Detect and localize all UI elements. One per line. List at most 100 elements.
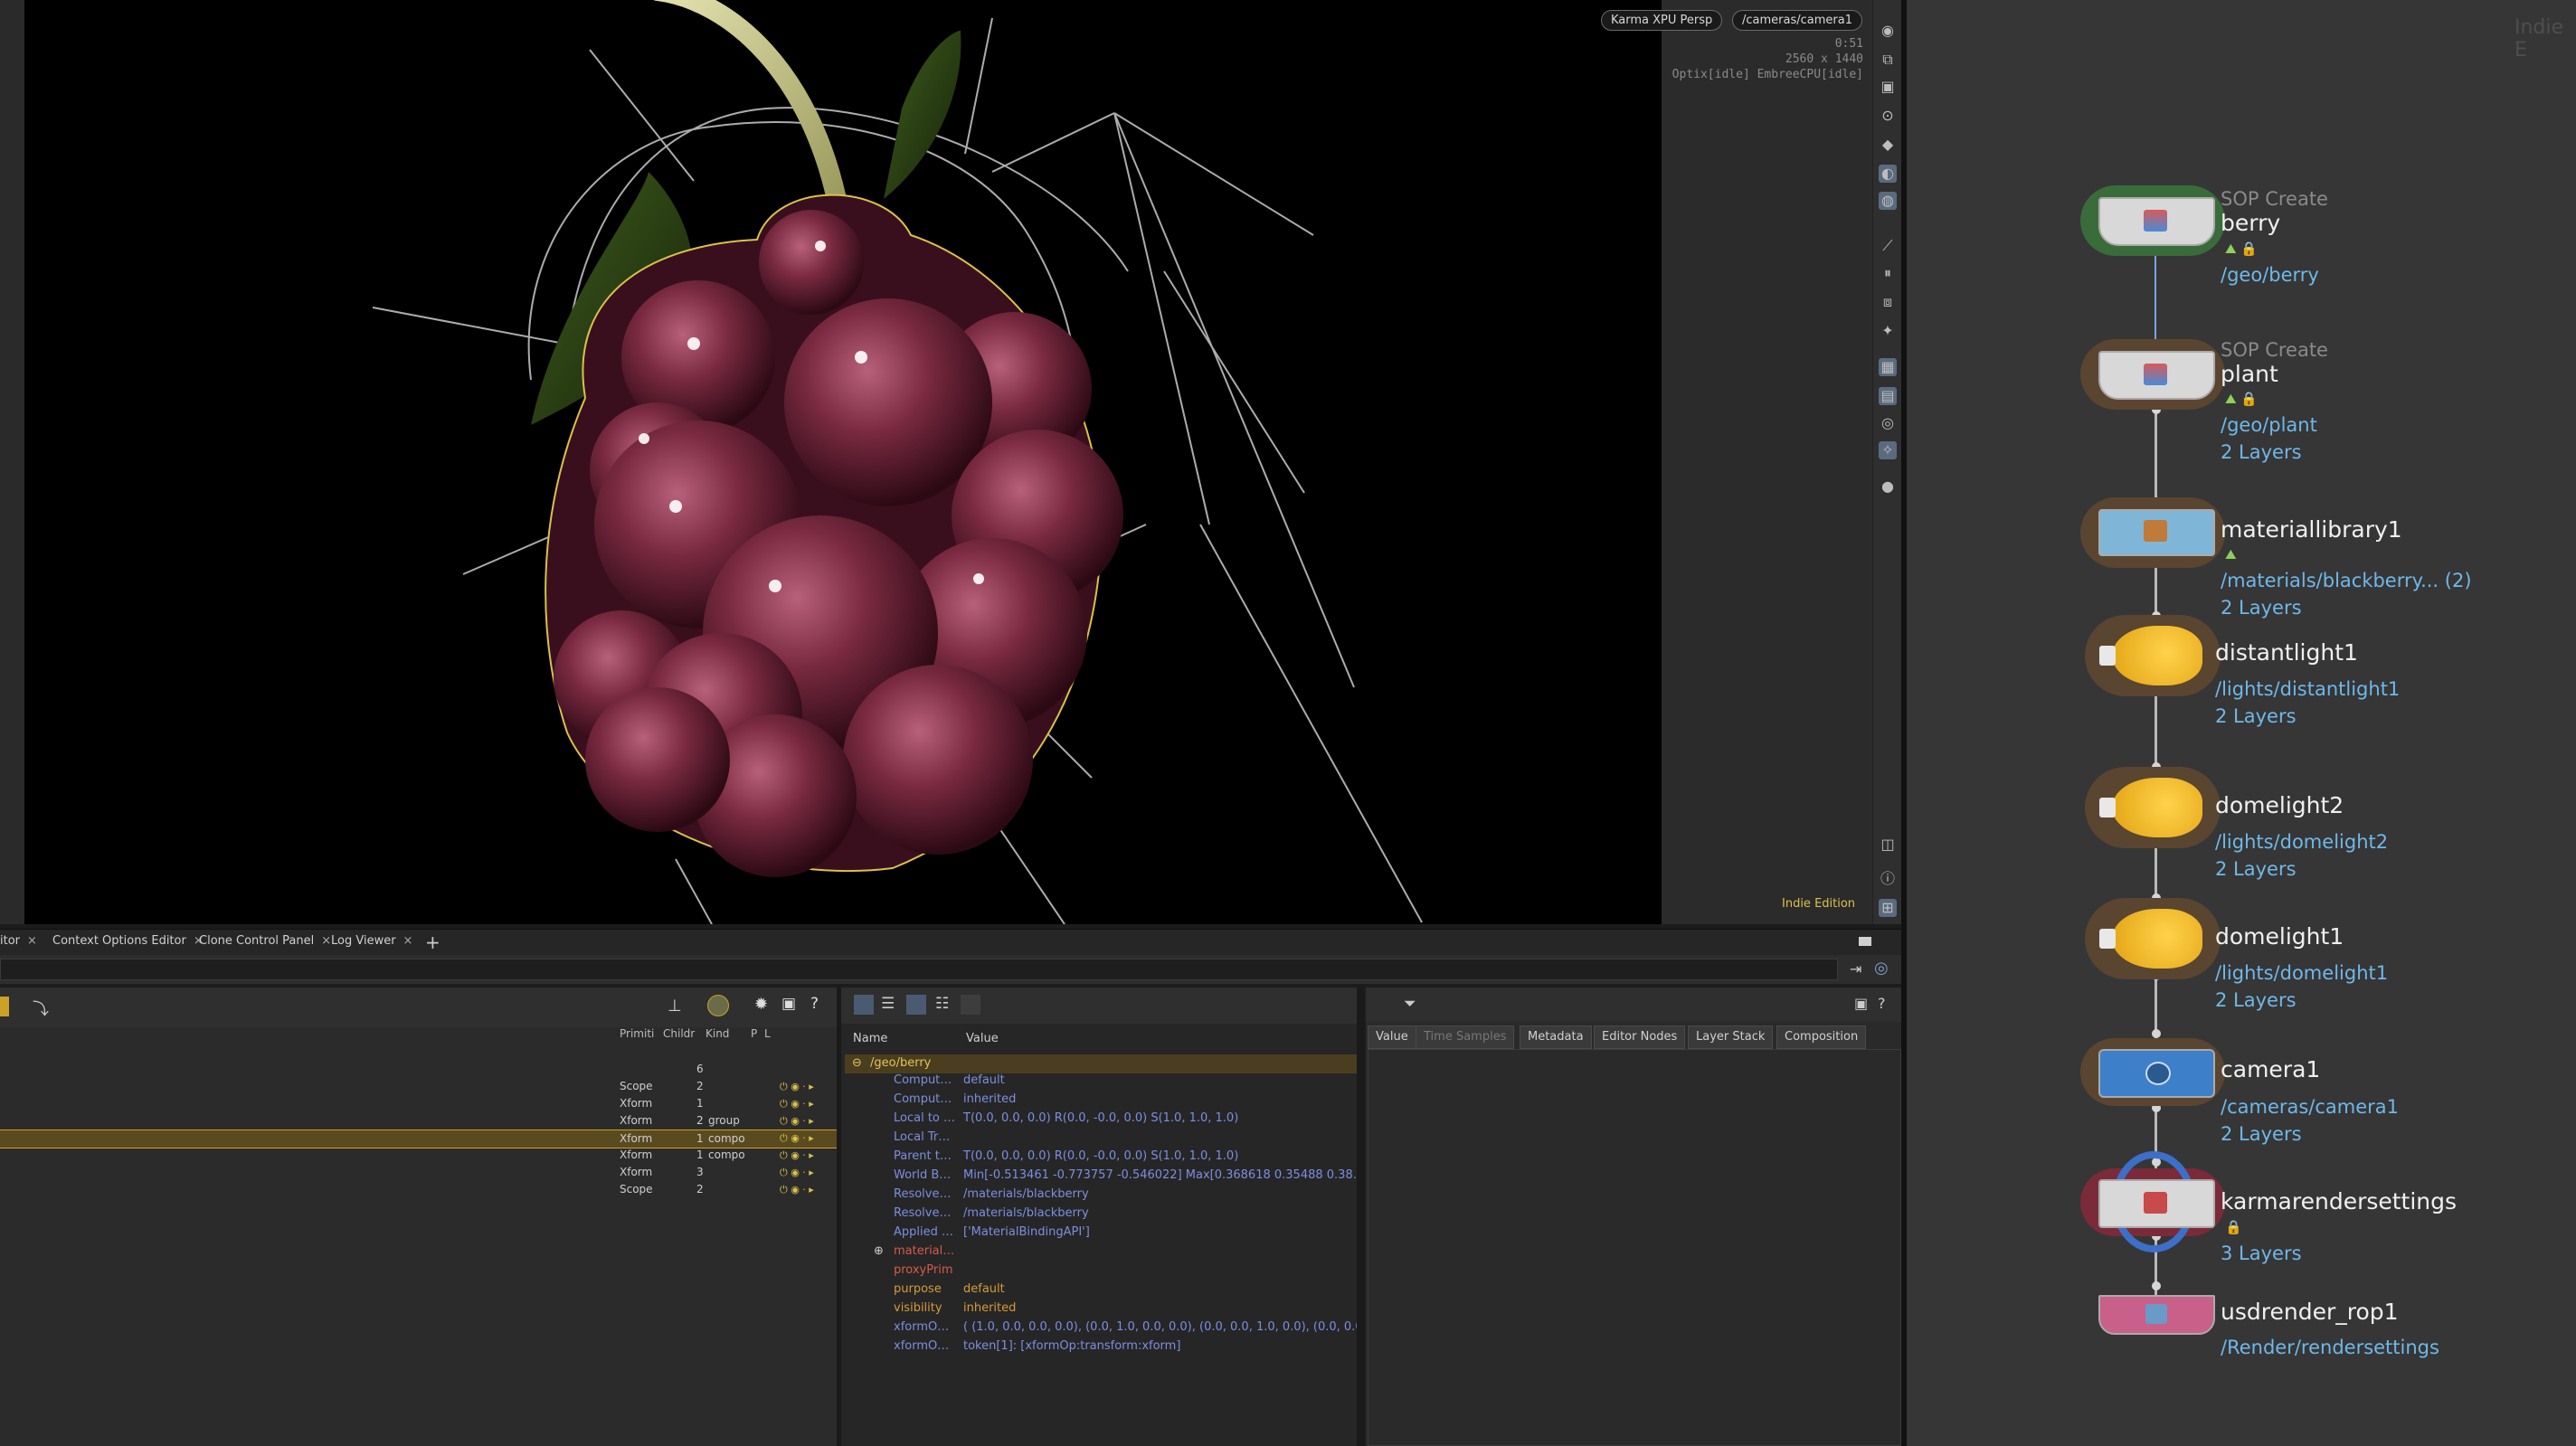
tab-clone-control-panel[interactable]: Clone Control Panel × (199, 934, 331, 948)
table-row[interactable]: Xform 1 compo (0, 1147, 837, 1164)
lock-icon[interactable]: 🔒 (2225, 1219, 2242, 1235)
grid-icon[interactable]: ◎ (1879, 414, 1897, 432)
headlight-icon[interactable]: ◆ (1879, 136, 1897, 154)
node-name[interactable]: plant (2221, 361, 2278, 387)
prim-path-field[interactable] (0, 959, 1838, 980)
table-row[interactable]: Xform 3 (0, 1164, 837, 1181)
renderer-menu-button[interactable]: Karma XPU Persp (1601, 10, 1723, 31)
relationship-row[interactable]: ⊕ material… (841, 1244, 1361, 1263)
camera-icon[interactable]: ▣ (781, 995, 796, 1013)
camera-icon[interactable]: ⧈ (1879, 293, 1897, 311)
tab-metadata[interactable]: Metadata (1520, 1025, 1592, 1049)
node-usdrender-rop1[interactable] (2098, 1295, 2215, 1335)
input-connector[interactable] (2152, 1281, 2161, 1290)
value-view[interactable] (1368, 1049, 1901, 1446)
column-primitive-type[interactable]: Primiti (620, 1027, 654, 1045)
light-icon[interactable]: ◐ (1879, 165, 1897, 183)
node-flags-icon[interactable]: ⛰ 🔒 (2225, 391, 2258, 407)
node-karmarendersettings[interactable] (2098, 1179, 2215, 1228)
tab-layer-stack[interactable]: Layer Stack (1688, 1025, 1774, 1049)
table-row[interactable]: Xform 2 group (0, 1112, 837, 1129)
pause-icon[interactable]: ⏸ (1879, 264, 1897, 282)
help-icon[interactable]: ? (810, 995, 819, 1013)
close-icon[interactable]: × (27, 934, 37, 948)
node-distantlight1[interactable] (2099, 626, 2202, 685)
node-berry[interactable] (2098, 197, 2215, 246)
add-tab-icon[interactable]: + (425, 931, 440, 953)
node-name[interactable]: camera1 (2221, 1056, 2320, 1082)
layout-icon[interactable]: ⊞ (1879, 899, 1897, 917)
column-view-icon[interactable] (906, 995, 926, 1015)
node-materiallibrary1[interactable] (2098, 509, 2215, 556)
view-icon[interactable]: ◫ (1879, 836, 1897, 854)
node-name[interactable]: usdrender_rop1 (2221, 1299, 2399, 1325)
property-row[interactable]: Resolve…/materials/blackberry (841, 1187, 1361, 1206)
record-icon[interactable]: ● (1879, 477, 1897, 496)
table-row[interactable]: Xform 1 (0, 1095, 837, 1112)
node-name[interactable]: domelight1 (2215, 923, 2344, 950)
tab-value[interactable]: Value (1368, 1025, 1416, 1049)
pane-menu-icon[interactable] (1859, 937, 1871, 946)
node-name[interactable]: domelight2 (2215, 792, 2344, 818)
property-row[interactable]: xformO… token[1]: [xformOp:transform:xfor… (841, 1339, 1361, 1358)
property-row[interactable]: Resolve…/materials/blackberry (841, 1206, 1361, 1225)
camera-icon[interactable]: ▣ (1854, 995, 1868, 1012)
attribute-row[interactable]: visibility inherited (841, 1301, 1361, 1320)
flag-icon[interactable]: ✧ (1879, 441, 1897, 459)
node-plant[interactable] (2098, 351, 2215, 400)
ground-icon[interactable]: ▤ (1879, 387, 1897, 405)
table-row[interactable]: Scope 2 (0, 1181, 837, 1198)
tab-time-samples[interactable]: Time Samples (1416, 1025, 1515, 1049)
grid-view-icon[interactable] (961, 995, 980, 1015)
property-row[interactable]: Local Tr… (841, 1130, 1361, 1149)
column-kind[interactable]: Kind (706, 1027, 729, 1045)
texture-icon[interactable]: ▦ (1879, 358, 1897, 376)
table-row[interactable]: 6 (0, 1061, 837, 1078)
expand-icon[interactable]: ⊕ (874, 1244, 884, 1258)
select-icon[interactable]: ✦ (1879, 322, 1897, 340)
prim-root-row[interactable]: ⊖ /geo/berry (845, 1054, 1359, 1073)
eye-icon[interactable]: ◉ (1879, 22, 1897, 40)
node-name[interactable]: berry (2221, 210, 2280, 236)
node-name[interactable]: karmarendersettings (2221, 1188, 2457, 1214)
node-domelight2[interactable] (2099, 778, 2202, 837)
input-connector[interactable] (2152, 1029, 2161, 1038)
property-row[interactable]: World B… Min[-0.513461 -0.773757 -0.54602… (841, 1168, 1361, 1187)
node-name[interactable]: distantlight1 (2215, 639, 2358, 666)
link-icon[interactable]: ◎ (1874, 959, 1889, 978)
help-icon[interactable]: ? (1878, 995, 1886, 1012)
hierarchy-icon[interactable]: ⊥ (668, 997, 682, 1016)
column-children[interactable]: Childr (663, 1027, 695, 1045)
info-icon[interactable]: ⓘ (1879, 870, 1897, 888)
visibility-toggle-column[interactable]: ⏻ ◉ · ▸ ⏻ ◉ · ▸ ⏻ ◉ · ▸ ⏻ ◉ · ▸ ⏻ ◉ · ▸ ⏻ ◉ ·… (780, 1078, 816, 1197)
shading-icon[interactable]: ◍ (1879, 192, 1897, 210)
column-value[interactable]: Value (966, 1032, 999, 1045)
property-row[interactable]: Local to … T(0.0, 0.0, 0.0) R(0.0, -0.0, … (841, 1111, 1361, 1130)
tab-editor-nodes[interactable]: Editor Nodes (1594, 1025, 1686, 1049)
property-row[interactable]: Comput… inherited (841, 1092, 1361, 1111)
collapse-icon[interactable]: ⤵ (33, 997, 49, 1020)
collapse-icon[interactable]: ⊖ (852, 1056, 862, 1070)
tab-log-viewer[interactable]: Log Viewer × (331, 934, 412, 948)
column-payload[interactable]: P (751, 1027, 757, 1045)
tree-view-icon[interactable] (854, 995, 874, 1015)
gear-icon[interactable]: ✹ (754, 995, 768, 1014)
scene-graph-tree[interactable] (0, 988, 837, 1446)
node-flags-icon[interactable]: ⛰ 🔒 (2225, 241, 2258, 257)
column-layer[interactable]: L (764, 1027, 771, 1045)
node-name[interactable]: materiallibrary1 (2221, 516, 2402, 543)
list-view-icon[interactable]: ☰ (881, 995, 895, 1013)
lock-icon[interactable]: ▣ (1879, 78, 1897, 96)
render-view[interactable] (24, 0, 1662, 925)
pin-icon[interactable]: ⊙ (1879, 107, 1897, 125)
pane-divider[interactable] (1357, 988, 1364, 1446)
snapshot-icon[interactable]: ⧉ (1879, 51, 1897, 69)
property-row[interactable]: Parent t… T(0.0, 0.0, 0.0) R(0.0, -0.0, 0… (841, 1149, 1361, 1168)
property-row[interactable]: Applied … ['MaterialBindingAPI'] (841, 1225, 1361, 1244)
relationship-row[interactable]: proxyPrim (841, 1263, 1361, 1282)
property-row[interactable]: xformO…( (1.0, 0.0, 0.0, 0.0), (0.0, 1.0… (841, 1320, 1361, 1339)
close-icon[interactable]: × (321, 934, 331, 948)
camera-menu-button[interactable]: /cameras/camera1 (1732, 10, 1862, 31)
tab-context-options-editor[interactable]: Context Options Editor × (52, 934, 204, 948)
guide-icon[interactable]: ⟋ (1879, 237, 1897, 255)
